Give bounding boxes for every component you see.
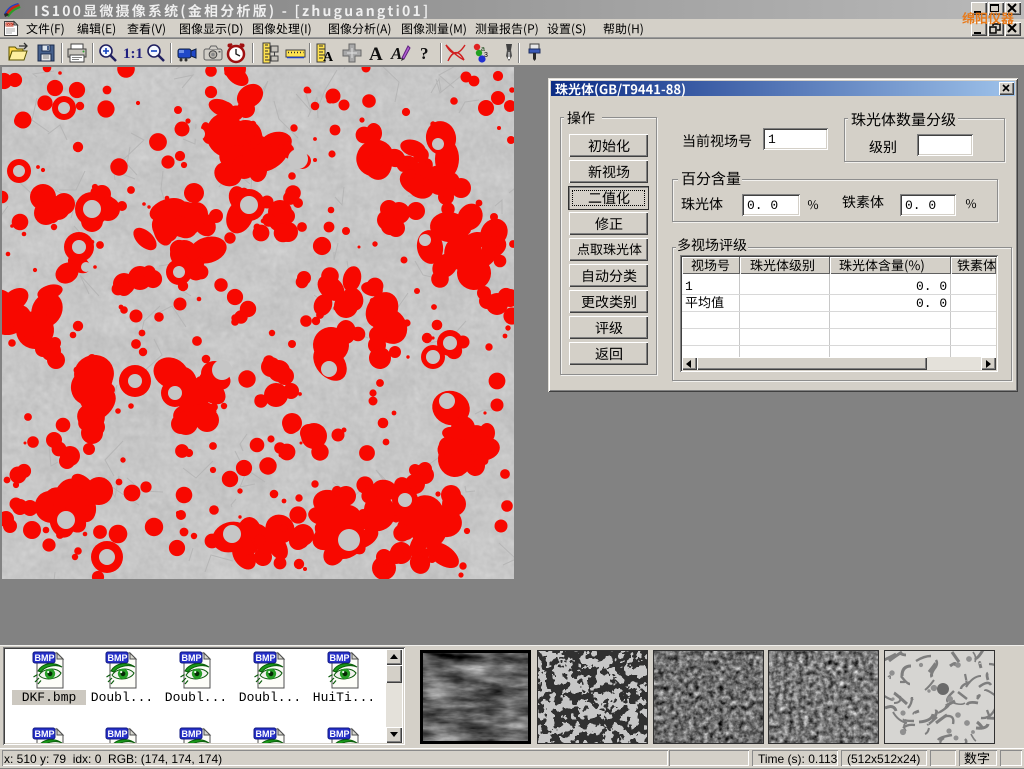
svg-text:BMP: BMP xyxy=(108,653,128,663)
svg-text:BMP: BMP xyxy=(35,653,55,663)
svg-text:DOC: DOC xyxy=(6,23,14,27)
svg-text:?: ? xyxy=(420,44,429,63)
svg-text:A: A xyxy=(369,44,383,64)
svg-text:A: A xyxy=(323,50,334,64)
svg-text:BMP: BMP xyxy=(256,729,276,739)
svg-text:A: A xyxy=(390,44,402,63)
svg-text:1:1: 1:1 xyxy=(123,46,143,62)
svg-text:BMP: BMP xyxy=(182,729,202,739)
svg-text:BMP: BMP xyxy=(108,729,128,739)
svg-text:BMP: BMP xyxy=(256,653,276,663)
svg-text:BMP: BMP xyxy=(330,653,350,663)
svg-text:BMP: BMP xyxy=(330,729,350,739)
svg-text:BMP: BMP xyxy=(35,729,55,739)
svg-text:BMP: BMP xyxy=(182,653,202,663)
